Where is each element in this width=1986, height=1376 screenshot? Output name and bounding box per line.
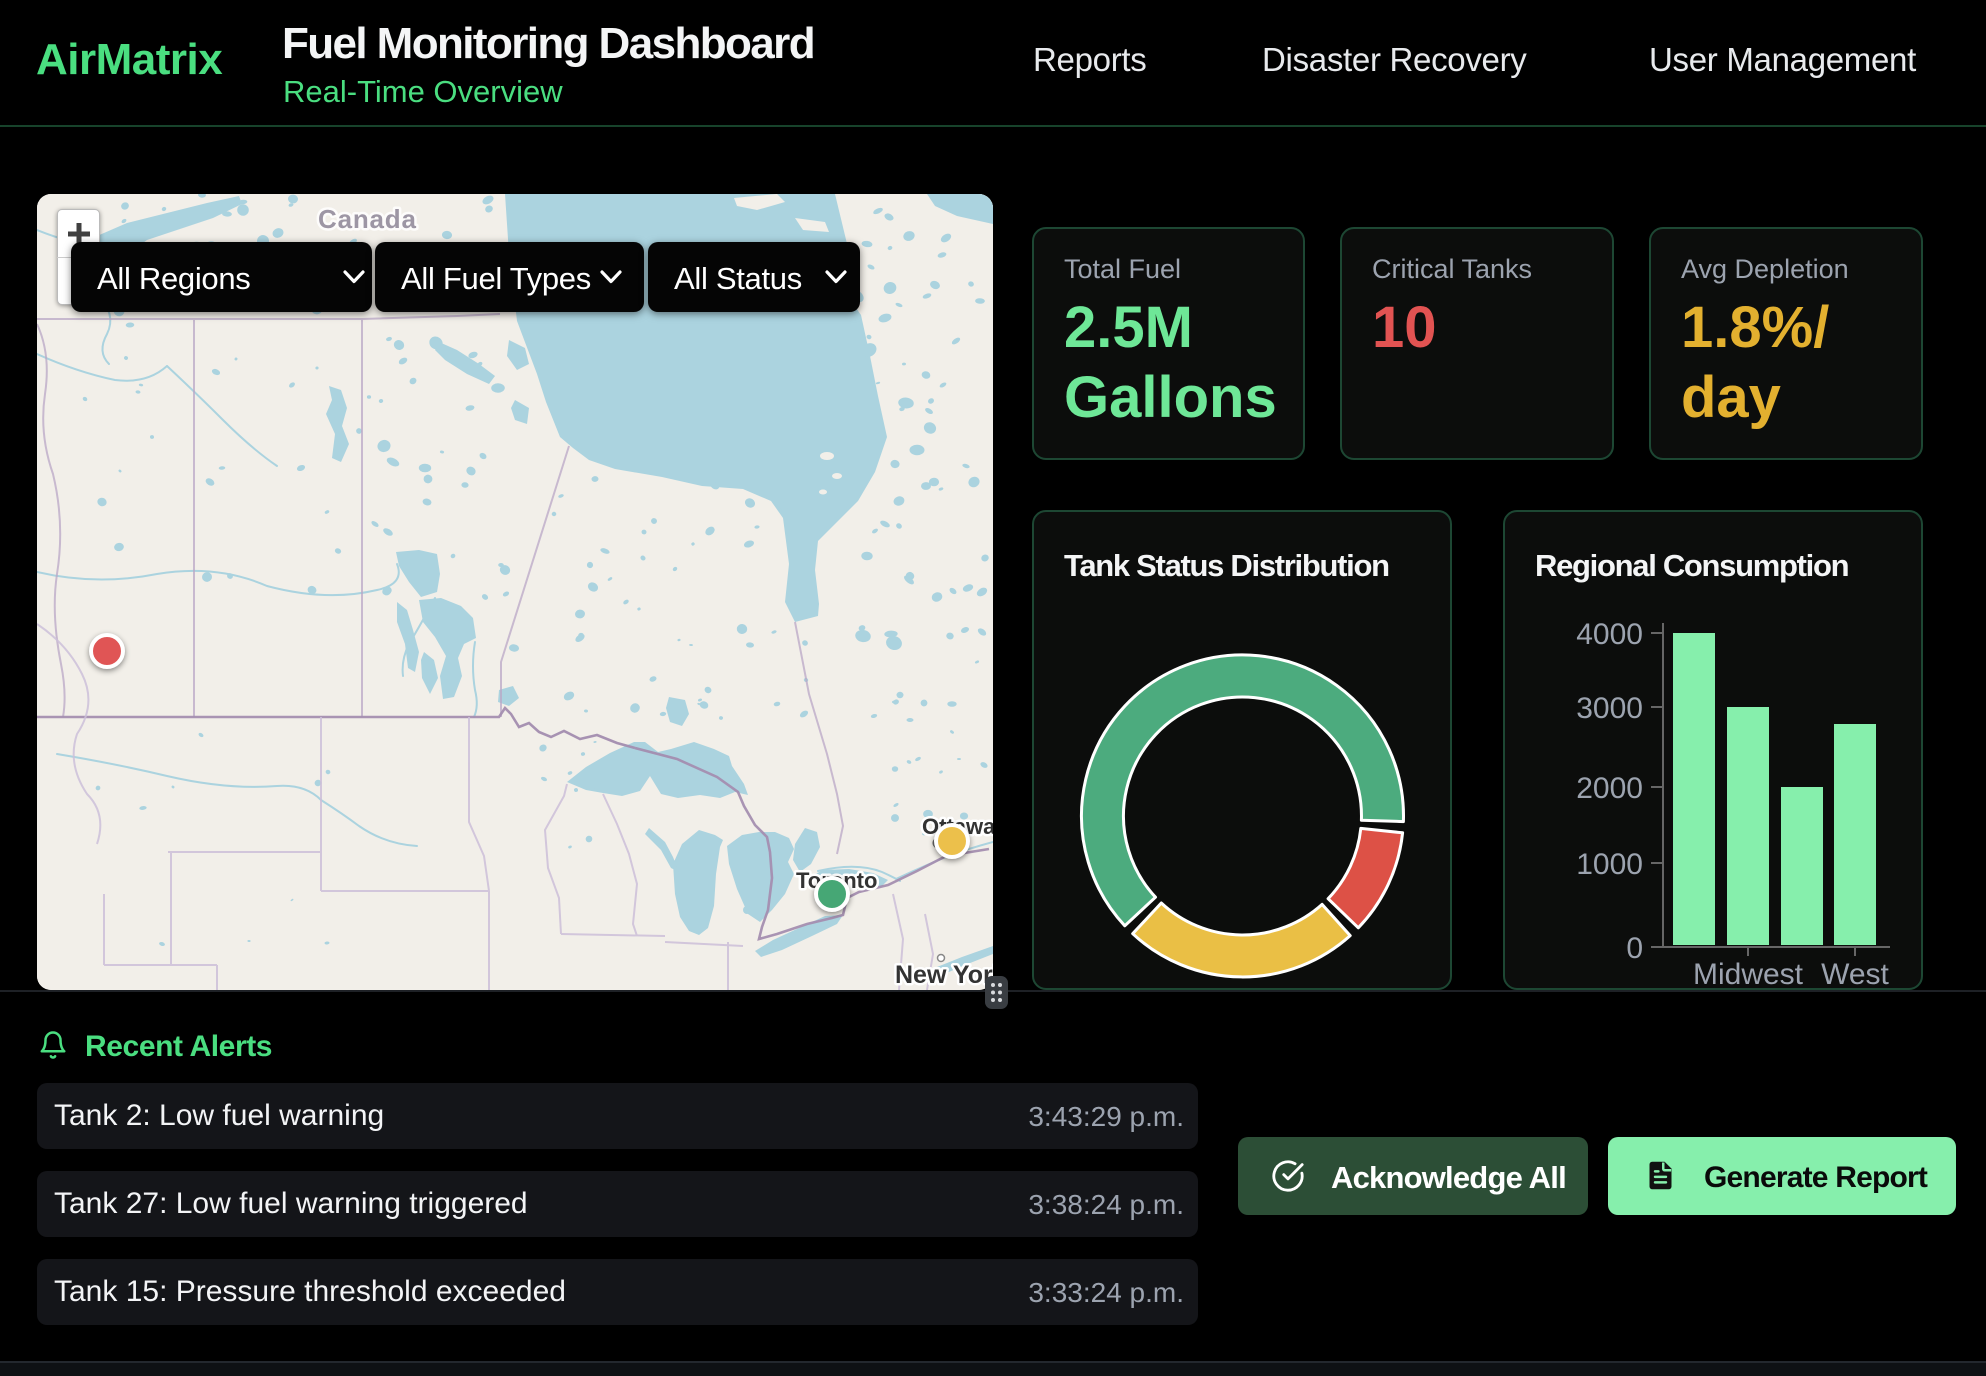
svg-text:New York: New York — [895, 961, 993, 989]
svg-text:Canada: Canada — [318, 204, 417, 234]
